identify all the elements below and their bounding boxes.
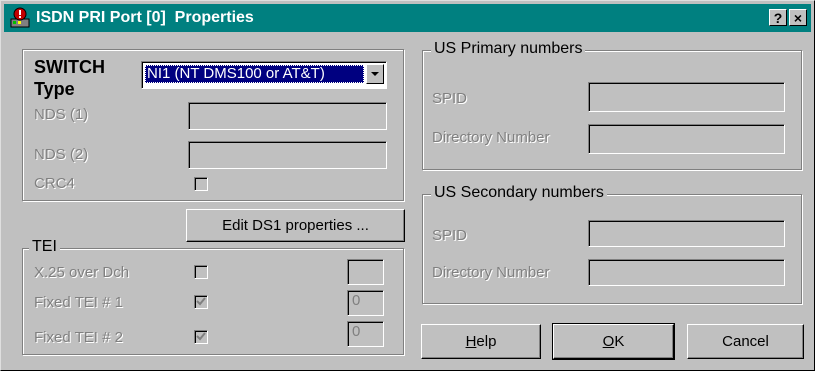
window-title: ISDN PRI Port [0] Properties — [36, 9, 254, 26]
chevron-down-icon — [371, 72, 379, 76]
secondary-spid-field[interactable] — [588, 220, 785, 247]
cancel-button[interactable]: Cancel — [687, 324, 804, 359]
isdn-port-icon — [10, 7, 30, 28]
checkmark-icon — [196, 332, 206, 341]
close-button[interactable]: × — [789, 9, 807, 26]
fixed-tei-1-checkbox[interactable] — [194, 295, 208, 309]
help-title-button[interactable]: ? — [769, 9, 787, 26]
help-button[interactable]: Help — [421, 324, 541, 359]
nds2-field[interactable] — [188, 141, 387, 169]
title-bar[interactable]: ISDN PRI Port [0] Properties ? × — [4, 4, 811, 32]
nds2-label: NDS (2) — [34, 146, 89, 163]
us-primary-legend: US Primary numbers — [431, 40, 586, 58]
fixed-tei-1-label: Fixed TEI # 1 — [34, 294, 123, 311]
primary-spid-field[interactable] — [588, 82, 785, 112]
switch-type-select[interactable]: NI1 (NT DMS100 or AT&T) — [141, 61, 387, 89]
crc4-checkbox[interactable] — [194, 177, 208, 191]
secondary-directory-number-field[interactable] — [588, 259, 785, 286]
us-secondary-legend: US Secondary numbers — [431, 184, 607, 202]
switch-type-label-line2: Type — [34, 79, 75, 99]
primary-directory-number-field[interactable] — [588, 124, 785, 154]
tei-legend: TEI — [29, 238, 60, 256]
switch-type-label-line1: SWITCH — [34, 57, 105, 77]
properties-dialog: ISDN PRI Port [0] Properties ? × SWITCH … — [0, 0, 815, 371]
x25-over-dch-label: X.25 over Dch — [34, 264, 130, 281]
x25-tei-field[interactable] — [347, 259, 384, 285]
fixed-tei-2-label: Fixed TEI # 2 — [34, 329, 123, 346]
us-secondary-group: US Secondary numbers — [422, 184, 802, 304]
crc4-label: CRC4 — [34, 175, 75, 192]
nds1-label: NDS (1) — [34, 106, 89, 123]
nds1-field[interactable] — [188, 102, 387, 130]
ok-button[interactable]: OK — [552, 323, 675, 360]
fixed-tei-2-field[interactable]: 0 — [347, 321, 384, 347]
checkmark-icon — [196, 297, 206, 306]
cancel-button-label: Cancel — [722, 333, 769, 350]
x25-over-dch-checkbox[interactable] — [194, 265, 208, 279]
primary-directory-number-label: Directory Number — [432, 129, 550, 146]
secondary-directory-number-label: Directory Number — [432, 264, 550, 281]
fixed-tei-1-field[interactable]: 0 — [347, 290, 384, 316]
secondary-spid-label: SPID — [432, 227, 468, 244]
help-button-label: Help — [465, 333, 497, 350]
edit-ds1-button[interactable]: Edit DS1 properties ... — [186, 209, 405, 242]
switch-type-selected-value: NI1 (NT DMS100 or AT&T) — [145, 65, 364, 83]
fixed-tei-2-checkbox[interactable] — [194, 330, 208, 344]
primary-spid-label: SPID — [432, 90, 468, 107]
ok-button-label: OK — [602, 333, 625, 350]
dropdown-arrow-button[interactable] — [366, 64, 384, 84]
edit-ds1-label: Edit DS1 properties ... — [222, 217, 369, 234]
